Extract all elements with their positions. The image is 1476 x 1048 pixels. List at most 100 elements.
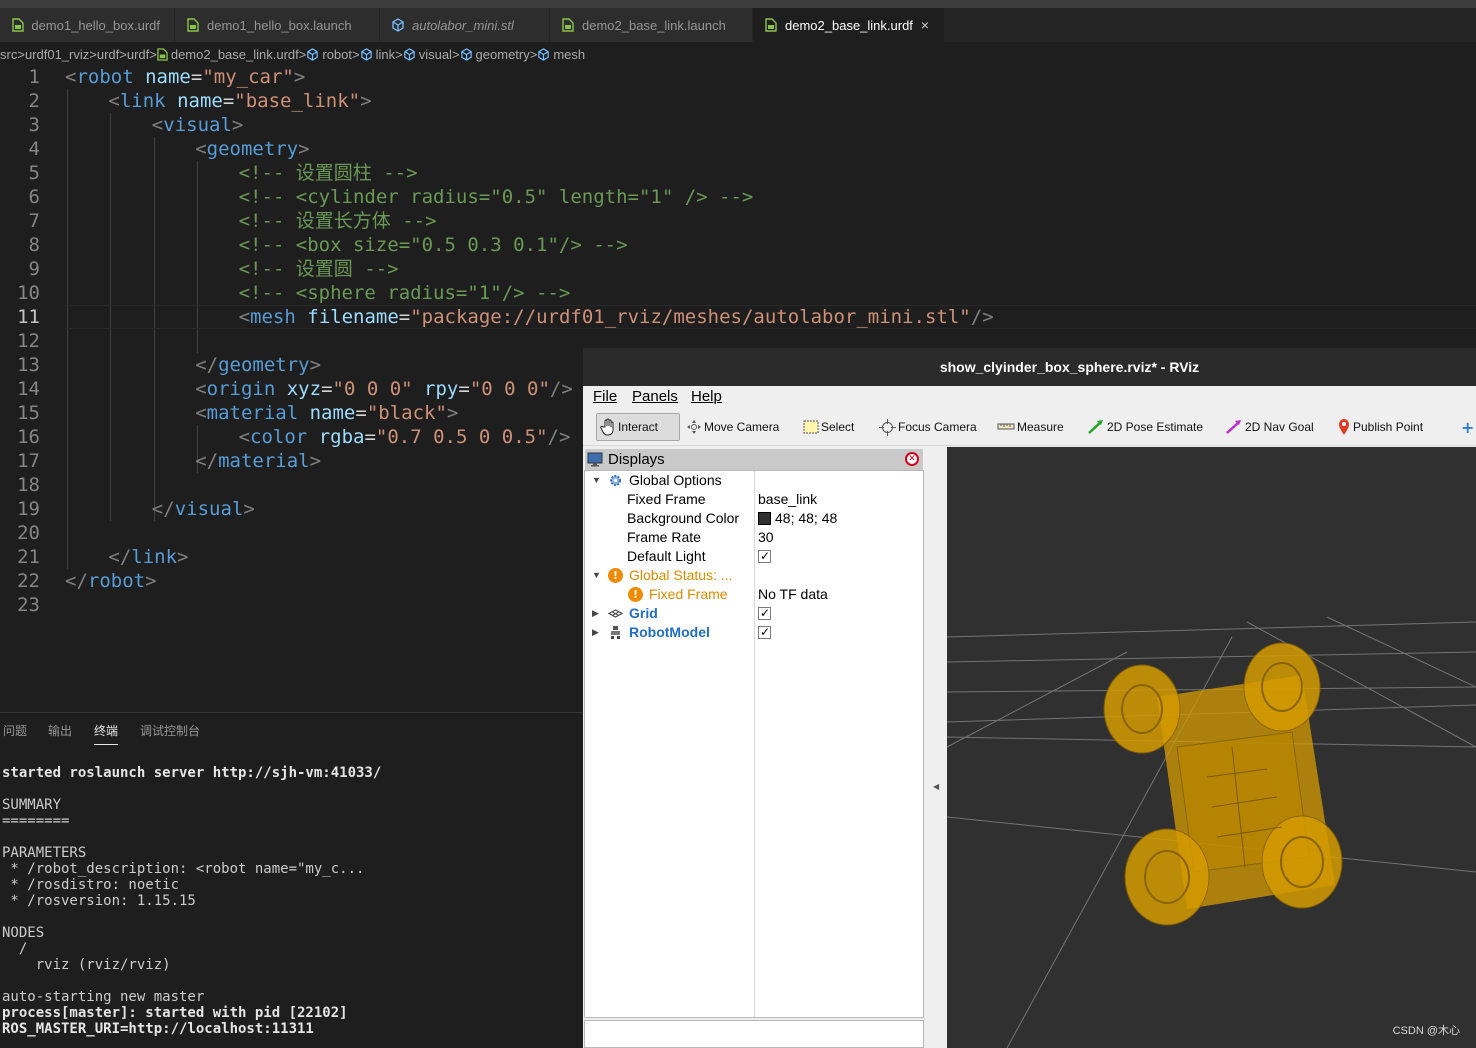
default-light-checkbox[interactable] bbox=[758, 547, 771, 566]
terminal-line: / bbox=[2, 941, 28, 957]
tree-row-background-color[interactable]: Background Color 48; 48; 48 bbox=[585, 509, 923, 528]
code-line[interactable]: 10 <!-- <sphere radius="1"/> --> bbox=[0, 281, 1476, 305]
tab-debug-console[interactable]: 调试控制台 bbox=[140, 722, 200, 739]
breadcrumb-item[interactable]: demo2_base_link.urdf bbox=[157, 47, 299, 62]
tab-autolabor-mini-stl[interactable]: autolabor_mini.stl bbox=[380, 8, 550, 42]
expand-arrow-icon[interactable]: ▶ bbox=[592, 623, 599, 642]
tab-demo2-base-link-launch[interactable]: demo2_base_link.launch bbox=[550, 8, 753, 42]
grid-icon bbox=[608, 609, 623, 618]
tab-output[interactable]: 输出 bbox=[48, 722, 72, 739]
expand-arrow-icon[interactable]: ▼ bbox=[592, 471, 601, 490]
robot-icon bbox=[611, 626, 620, 639]
line-number: 2 bbox=[28, 90, 40, 112]
code-line[interactable]: 9 <!-- 设置圆 --> bbox=[0, 257, 1476, 281]
panel-tab-bar: 问题 输出 终端 调试控制台 bbox=[0, 712, 583, 746]
tree-row-frame-rate[interactable]: Frame Rate 30 bbox=[585, 528, 923, 547]
breadcrumb-item[interactable]: robot bbox=[306, 47, 352, 62]
breadcrumb-item[interactable]: link bbox=[360, 47, 395, 62]
code-line[interactable]: 8 <!-- <box size="0.5 0.3 0.1"/> --> bbox=[0, 233, 1476, 257]
code-line[interactable]: 6 <!-- <cylinder radius="0.5" length="1" … bbox=[0, 185, 1476, 209]
code-token: > bbox=[231, 114, 244, 136]
collapse-arrow-icon[interactable]: ◀ bbox=[933, 782, 939, 791]
warning-icon: ! bbox=[608, 568, 623, 583]
code-line[interactable]: 7 <!-- 设置长方体 --> bbox=[0, 209, 1476, 233]
code-line[interactable]: 4 <geometry> bbox=[0, 137, 1476, 161]
publish-point-tool-button[interactable]: Publish Point bbox=[1334, 413, 1429, 441]
fixed-frame-value[interactable]: base_link bbox=[758, 490, 817, 509]
breadcrumb-item[interactable]: mesh bbox=[537, 47, 585, 62]
breadcrumb-item[interactable]: src bbox=[0, 47, 17, 62]
tree-row-grid[interactable]: ▶ Grid bbox=[585, 604, 923, 623]
tree-label: RobotModel bbox=[629, 624, 710, 640]
menu-panels[interactable]: Panels bbox=[632, 388, 678, 405]
code-line[interactable]: 2 <link name="base_link"> bbox=[0, 89, 1476, 113]
code-token: > bbox=[243, 498, 255, 520]
expand-arrow-icon[interactable]: ▼ bbox=[592, 566, 601, 585]
tab-demo2-base-link-urdf[interactable]: demo2_base_link.urdf × bbox=[753, 8, 945, 42]
focus-camera-icon bbox=[879, 418, 896, 436]
displays-header: Displays ✕ bbox=[585, 449, 923, 470]
tab-demo1-hello-box-launch[interactable]: demo1_hello_box.launch bbox=[175, 8, 380, 42]
line-number: 18 bbox=[17, 474, 40, 496]
2d-pose-estimate-tool-button[interactable]: 2D Pose Estimate bbox=[1084, 413, 1209, 441]
tree-row-fixed-frame[interactable]: Fixed Frame base_link bbox=[585, 490, 923, 509]
code-text: <!-- 设置圆柱 --> bbox=[239, 161, 418, 185]
breadcrumb-separator: > bbox=[298, 46, 307, 62]
menu-help[interactable]: Help bbox=[691, 388, 722, 405]
code-token: link bbox=[131, 546, 178, 568]
move-camera-tool-button[interactable]: Move Camera bbox=[683, 413, 785, 441]
frame-rate-value[interactable]: 30 bbox=[758, 528, 774, 547]
line-number: 4 bbox=[28, 138, 40, 160]
breadcrumb-item[interactable]: urdf01_rviz bbox=[25, 47, 89, 62]
expand-arrow-icon[interactable]: ▶ bbox=[592, 604, 599, 623]
breadcrumb-item[interactable]: urdf bbox=[97, 47, 119, 62]
tab-problems[interactable]: 问题 bbox=[3, 722, 27, 739]
close-icon[interactable]: × bbox=[921, 17, 929, 33]
symbol-icon bbox=[360, 47, 372, 61]
tree-row-global-options[interactable]: ▼ Global Options bbox=[585, 471, 923, 490]
grid-checkbox[interactable] bbox=[758, 604, 771, 623]
tool-label: Publish Point bbox=[1353, 420, 1424, 434]
tree-row-default-light[interactable]: Default Light bbox=[585, 547, 923, 566]
measure-tool-button[interactable]: Measure bbox=[994, 413, 1070, 441]
tree-row-global-status[interactable]: ▼ ! Global Status: ... bbox=[585, 566, 923, 585]
menu-file[interactable]: File bbox=[593, 388, 617, 405]
background-color-value[interactable]: 48; 48; 48 bbox=[758, 509, 837, 528]
gear-icon bbox=[610, 475, 621, 486]
breadcrumb-item[interactable]: geometry bbox=[460, 47, 530, 62]
robot-model-checkbox[interactable] bbox=[758, 623, 771, 642]
panel-splitter[interactable]: ◀ bbox=[925, 447, 947, 1048]
3d-view[interactable]: CSDN @木心 bbox=[947, 447, 1476, 1048]
2d-nav-goal-tool-button[interactable]: 2D Nav Goal bbox=[1222, 413, 1320, 441]
select-tool-button[interactable]: Select bbox=[800, 413, 860, 441]
add-tool-button[interactable]: + bbox=[1461, 413, 1476, 441]
terminal-line: started roslaunch server http://sjh-vm:4… bbox=[2, 765, 382, 781]
code-token: /> bbox=[970, 306, 994, 328]
code-token: robot bbox=[76, 66, 134, 88]
code-line[interactable]: 1 <robot name="my_car"> bbox=[0, 65, 1476, 89]
symbol-icon bbox=[538, 47, 550, 61]
code-text: <geometry> bbox=[195, 137, 309, 161]
tab-terminal[interactable]: 终端 bbox=[94, 722, 119, 745]
code-line[interactable]: 5 <!-- 设置圆柱 --> bbox=[0, 161, 1476, 185]
code-line[interactable]: 3 <visual> bbox=[0, 113, 1476, 137]
tree-label: Global Status: ... bbox=[629, 567, 733, 583]
tab-demo1-hello-box-urdf[interactable]: demo1_hello_box.urdf bbox=[0, 8, 175, 42]
nav-goal-icon bbox=[1226, 420, 1241, 434]
title-strip bbox=[0, 0, 1476, 8]
code-line[interactable]: 11 <mesh filename="package://urdf01_rviz/… bbox=[0, 305, 1476, 329]
watermark: CSDN @木心 bbox=[1392, 1025, 1460, 1037]
terminal[interactable]: started roslaunch server http://sjh-vm:4… bbox=[0, 746, 583, 1048]
close-icon[interactable]: ✕ bbox=[905, 452, 919, 466]
focus-camera-tool-button[interactable]: Focus Camera bbox=[876, 413, 983, 441]
breadcrumb-item[interactable]: urdf bbox=[127, 47, 149, 62]
interact-tool-button[interactable]: Interact bbox=[596, 413, 680, 441]
tree-row-robot-model[interactable]: ▶ RobotModel bbox=[585, 623, 923, 642]
tree-row-fixed-frame-status[interactable]: ! Fixed Frame No TF data bbox=[585, 585, 923, 604]
file-icon bbox=[10, 17, 25, 33]
breadcrumb-item[interactable]: visual bbox=[403, 47, 452, 62]
